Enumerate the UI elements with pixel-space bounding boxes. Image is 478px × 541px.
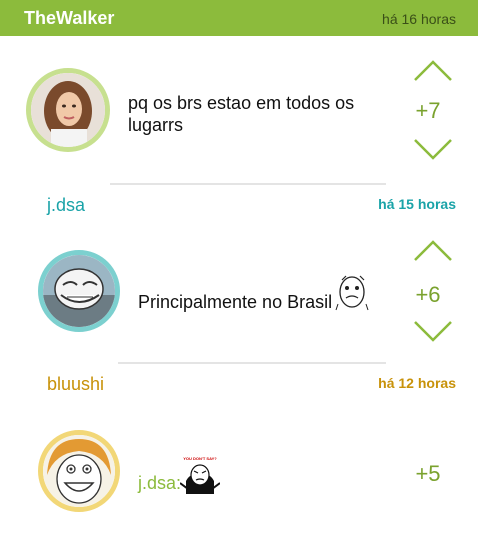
header-username[interactable]: TheWalker [24, 8, 114, 29]
avatar[interactable] [38, 250, 120, 332]
upvote-icon[interactable] [413, 60, 453, 82]
comment-timestamp: há 12 horas [378, 375, 456, 391]
meme-image: YOU DON'T SAY? [179, 456, 221, 494]
comment-author[interactable]: j.dsa [47, 195, 85, 216]
meme-face-icon [179, 464, 221, 494]
rage-face-icon [335, 275, 369, 311]
comment-text: pq os brs estao em todos os lugarrs [128, 93, 355, 135]
divider [110, 183, 386, 185]
downvote-icon[interactable] [413, 320, 453, 342]
downvote-icon[interactable] [413, 138, 453, 160]
upvote-icon[interactable] [413, 240, 453, 262]
header-timestamp: há 16 horas [382, 11, 456, 27]
comment-author[interactable]: bluushi [47, 374, 104, 395]
comment-timestamp: há 15 horas [378, 196, 456, 212]
score: +6 [415, 282, 441, 307]
comment-text: Principalmente no Brasil [138, 292, 333, 312]
top-header-bar: TheWalker há 16 horas [0, 0, 478, 36]
divider [118, 362, 386, 364]
comment-text: j.dsa: [138, 473, 182, 493]
avatar[interactable] [38, 430, 120, 512]
score: +5 [415, 461, 441, 486]
score: +7 [415, 98, 441, 123]
avatar[interactable] [26, 68, 110, 152]
